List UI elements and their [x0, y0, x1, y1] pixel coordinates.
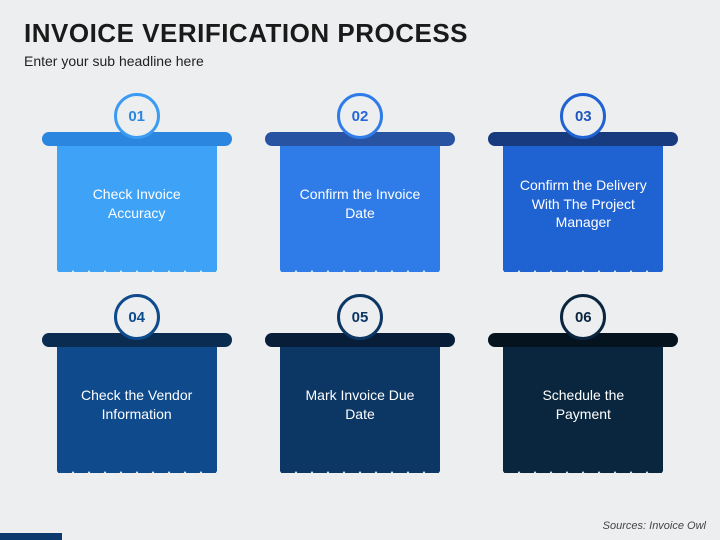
zigzag-icon — [57, 471, 217, 483]
step-label: Check the Vendor Information — [67, 386, 207, 424]
zigzag-icon — [280, 270, 440, 282]
step-3: 03 Confirm the Delivery With The Project… — [487, 93, 680, 272]
subtitle: Enter your sub headline here — [0, 53, 720, 83]
source-citation: Sources: Invoice Owl — [603, 520, 706, 532]
step-label: Confirm the Invoice Date — [290, 185, 430, 223]
zigzag-icon — [503, 471, 663, 483]
step-label: Check Invoice Accuracy — [67, 185, 207, 223]
step-6: 06 Schedule the Payment — [487, 294, 680, 473]
step-label: Confirm the Delivery With The Project Ma… — [513, 176, 653, 233]
step-flag: Confirm the Invoice Date — [280, 142, 440, 272]
zigzag-icon — [280, 471, 440, 483]
step-number-badge: 06 — [560, 294, 606, 340]
step-2: 02 Confirm the Invoice Date — [263, 93, 456, 272]
step-number-badge: 05 — [337, 294, 383, 340]
zigzag-icon — [57, 270, 217, 282]
step-flag: Schedule the Payment — [503, 343, 663, 473]
page-title: INVOICE VERIFICATION PROCESS — [0, 0, 720, 53]
step-number-badge: 01 — [114, 93, 160, 139]
step-label: Mark Invoice Due Date — [290, 386, 430, 424]
step-label: Schedule the Payment — [513, 386, 653, 424]
step-number-badge: 04 — [114, 294, 160, 340]
footer-accent — [0, 533, 62, 540]
zigzag-icon — [503, 270, 663, 282]
step-4: 04 Check the Vendor Information — [40, 294, 233, 473]
steps-grid: 01 Check Invoice Accuracy 02 Confirm the… — [0, 83, 720, 473]
step-flag: Check Invoice Accuracy — [57, 142, 217, 272]
step-number-badge: 02 — [337, 93, 383, 139]
step-5: 05 Mark Invoice Due Date — [263, 294, 456, 473]
step-flag: Confirm the Delivery With The Project Ma… — [503, 142, 663, 272]
step-number-badge: 03 — [560, 93, 606, 139]
step-flag: Mark Invoice Due Date — [280, 343, 440, 473]
step-1: 01 Check Invoice Accuracy — [40, 93, 233, 272]
step-flag: Check the Vendor Information — [57, 343, 217, 473]
